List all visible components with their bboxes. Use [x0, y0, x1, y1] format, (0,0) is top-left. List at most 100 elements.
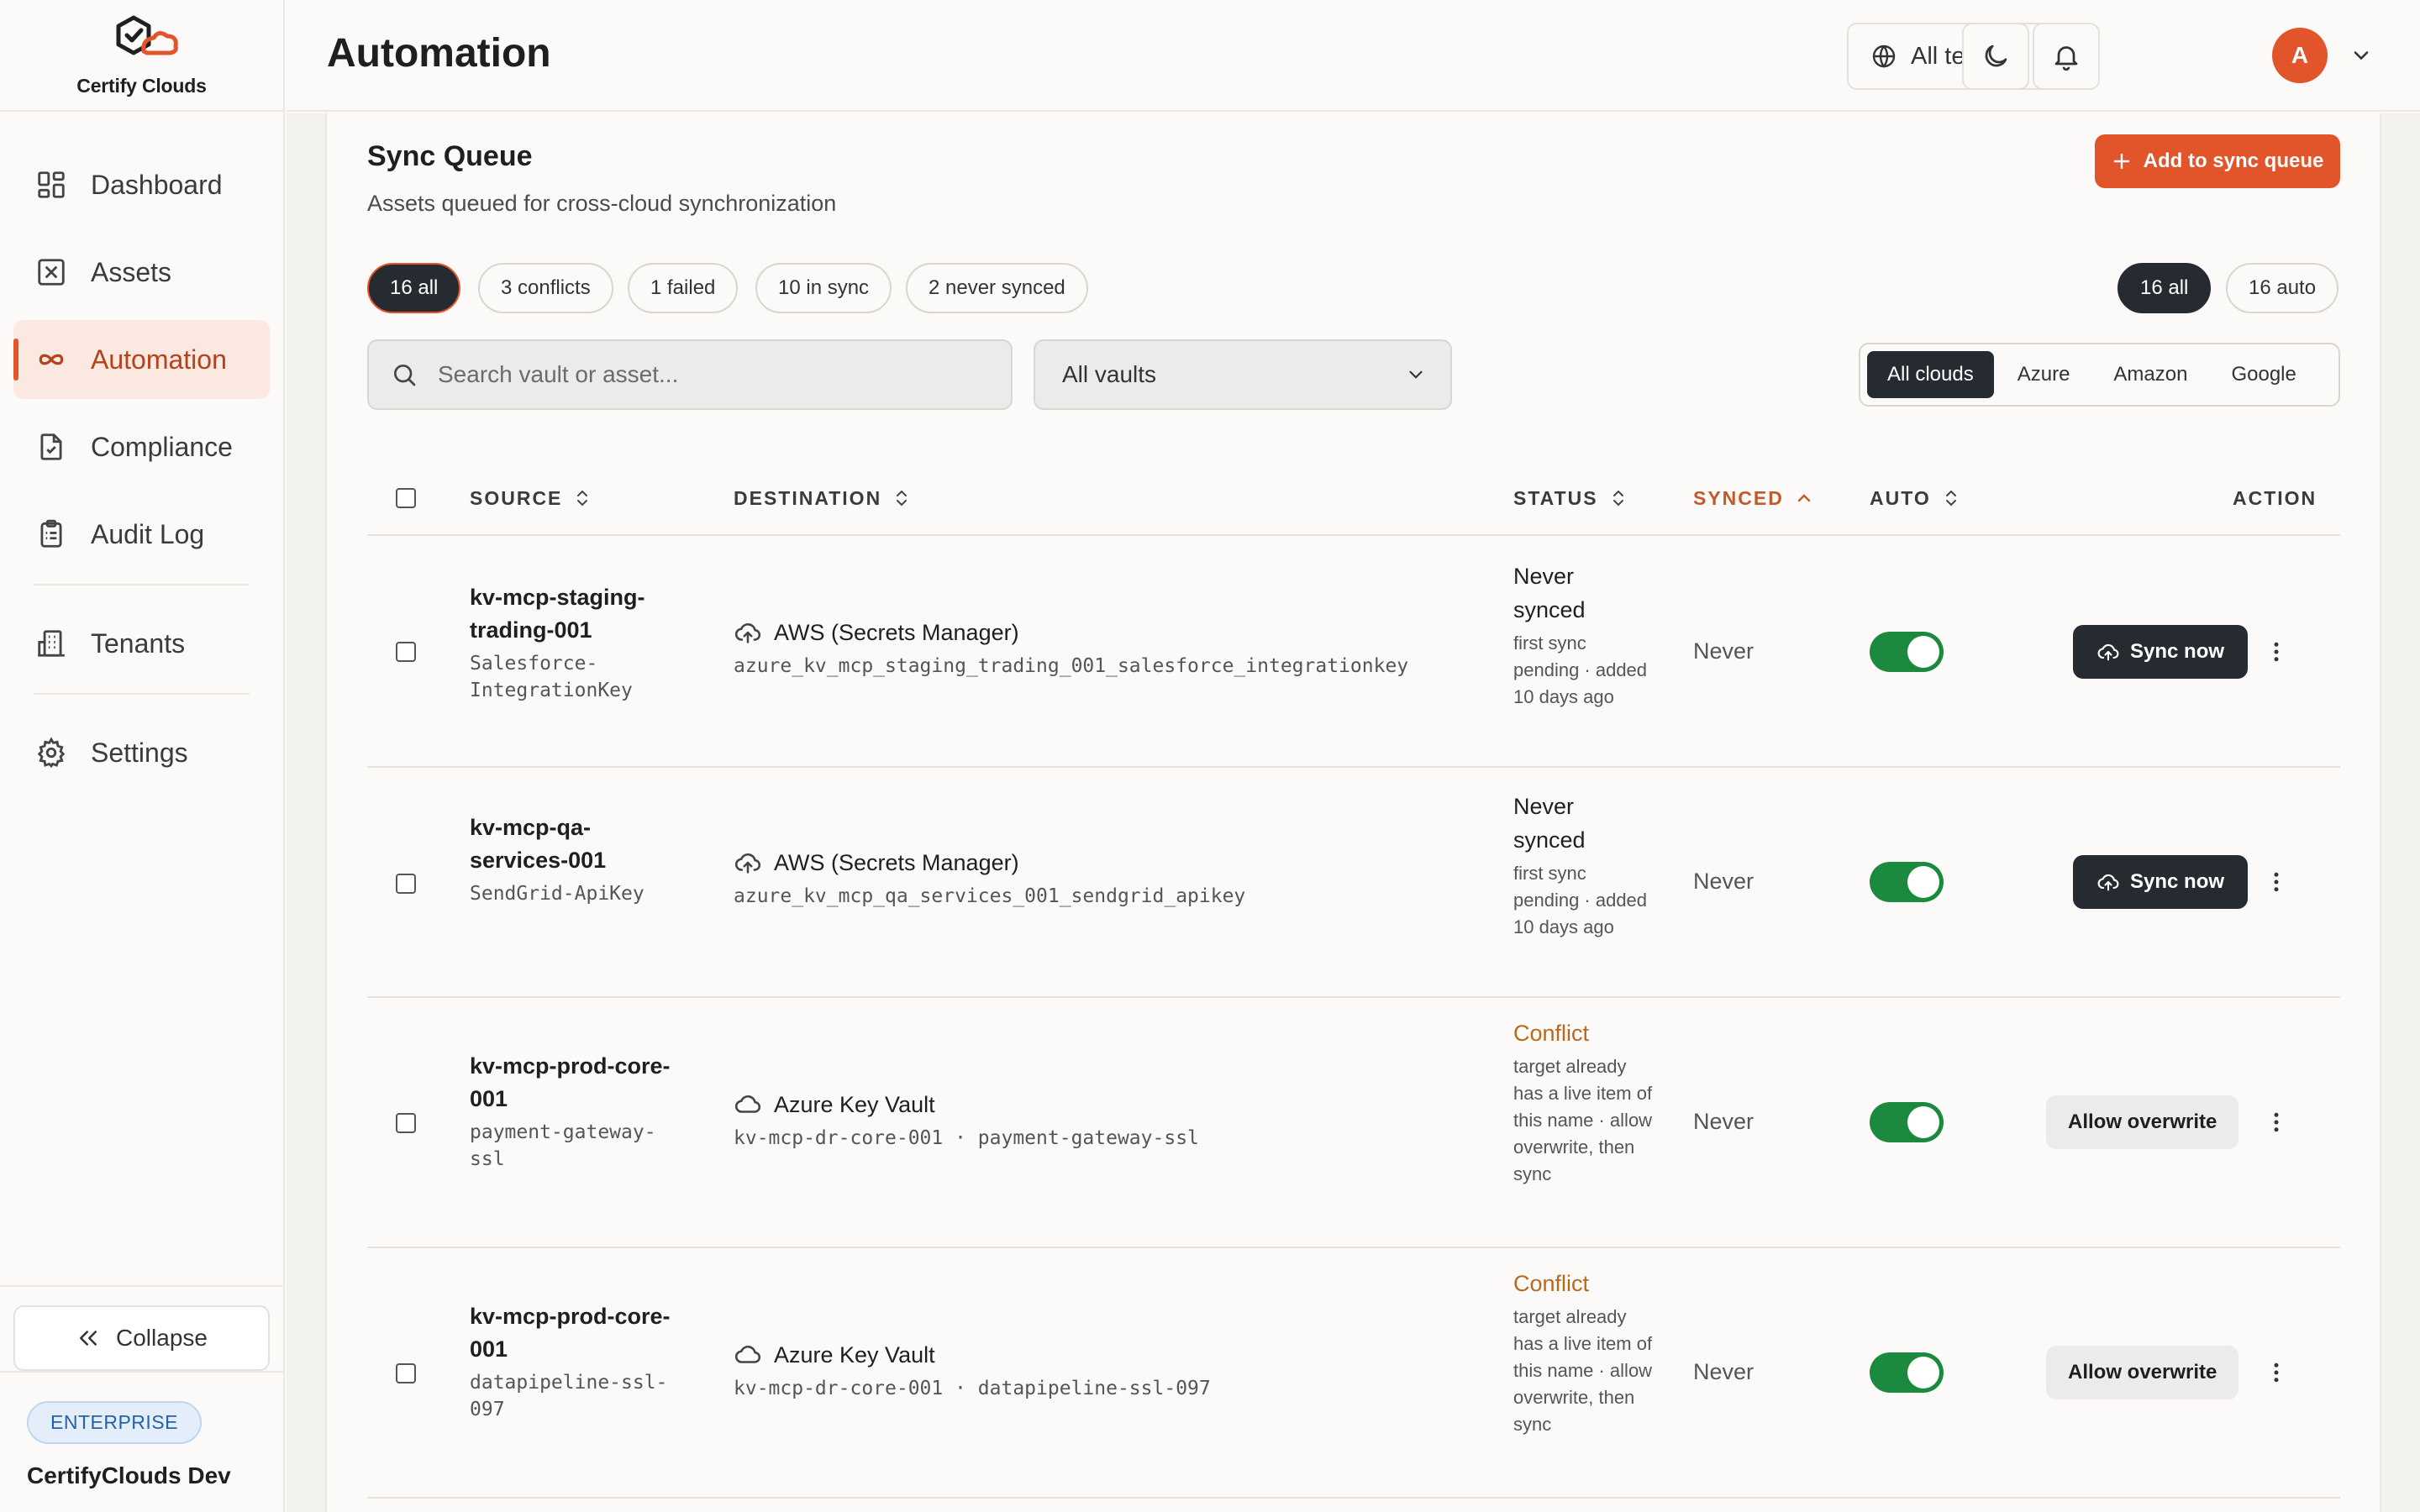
- sort-icon: [897, 490, 908, 507]
- action-cell: Allow overwrite: [2046, 1095, 2239, 1149]
- status-detail: first sync pending · added 10 days ago: [1513, 633, 1648, 707]
- row-checkbox[interactable]: [396, 1363, 416, 1383]
- row-checkbox[interactable]: [396, 874, 416, 894]
- certify-clouds-logo-icon: [116, 15, 178, 55]
- auto-toggle[interactable]: [1870, 1352, 1944, 1393]
- synced-value: Never: [1693, 1359, 1754, 1384]
- sync-now-button[interactable]: Sync now: [2073, 625, 2249, 679]
- source-key: datapipeline-ssl-097: [470, 1372, 668, 1420]
- select-all-checkbox[interactable]: [396, 488, 416, 508]
- auto-toggle-cell: [1870, 1102, 1944, 1142]
- sidebar-item-assets[interactable]: Assets: [13, 233, 270, 312]
- sidebar-item-label: Automation: [91, 344, 227, 375]
- synced-value: Never: [1693, 869, 1754, 894]
- column-source[interactable]: SOURCE: [470, 462, 592, 534]
- more-vertical-icon[interactable]: [2264, 869, 2289, 895]
- destination-path: kv-mcp-dr-core-001 · datapipeline-ssl-09…: [734, 1378, 1211, 1399]
- column-synced[interactable]: SYNCED: [1693, 462, 1814, 534]
- tab-azure[interactable]: Azure: [1997, 351, 2091, 398]
- brand-logo[interactable]: Certify Clouds: [0, 0, 283, 112]
- row-checkbox[interactable]: [396, 1113, 416, 1133]
- collapse-button[interactable]: Collapse: [13, 1305, 270, 1371]
- filter-failed[interactable]: 1 failed: [628, 263, 739, 313]
- column-status-label: STATUS: [1513, 486, 1598, 509]
- gear-icon: [37, 737, 66, 769]
- source-vault: kv-mcp-prod-core-001: [470, 1304, 671, 1362]
- auto-toggle-cell: [1870, 862, 1944, 902]
- column-destination[interactable]: DESTINATION: [734, 462, 912, 534]
- auto-toggle[interactable]: [1870, 632, 1944, 672]
- tab-amazon[interactable]: Amazon: [2093, 351, 2207, 398]
- status-label: Never synced: [1513, 564, 1586, 622]
- vault-select[interactable]: All vaults: [1034, 339, 1452, 410]
- column-source-label: SOURCE: [470, 486, 563, 509]
- action-cell: Sync now: [2073, 625, 2249, 679]
- sidebar-divider: [34, 693, 250, 695]
- section-title: Sync Queue: [367, 140, 533, 172]
- table-row: kv-mcp-prod-core-001 datapipeline-ssl-09…: [367, 1248, 2340, 1499]
- action-cell: Sync now: [2073, 855, 2249, 909]
- destination-name: Azure Key Vault: [774, 1091, 935, 1117]
- auto-toggle[interactable]: [1870, 862, 1944, 902]
- theme-toggle-button[interactable]: [1962, 23, 2029, 90]
- avatar[interactable]: A: [2272, 28, 2328, 83]
- destination-path: kv-mcp-dr-core-001 · payment-gateway-ssl: [734, 1127, 1199, 1149]
- chevron-down-icon[interactable]: [2349, 44, 2373, 67]
- tab-all-clouds[interactable]: All clouds: [1867, 351, 1994, 398]
- allow-overwrite-button[interactable]: Allow overwrite: [2046, 1346, 2239, 1399]
- sidebar-item-label: Assets: [91, 256, 172, 287]
- tab-google[interactable]: Google: [2211, 351, 2316, 398]
- sidebar-item-dashboard[interactable]: Dashboard: [13, 145, 270, 224]
- destination-name: AWS (Secrets Manager): [774, 849, 1019, 875]
- page-title: Automation: [327, 31, 551, 76]
- table-row: kv-mcp-prod-core-001 payment-gateway-ssl…: [367, 998, 2340, 1248]
- destination-path: azure_kv_mcp_qa_services_001_sendgrid_ap…: [734, 885, 1246, 907]
- column-action-label: ACTION: [2233, 486, 2317, 509]
- source-key: SendGrid-ApiKey: [470, 883, 644, 905]
- sidebar-item-settings[interactable]: Settings: [13, 713, 270, 792]
- filter-conflicts[interactable]: 3 conflicts: [478, 263, 613, 313]
- mode-filter-auto[interactable]: 16 auto: [2226, 263, 2339, 313]
- status-detail: target already has a live item of this n…: [1513, 1056, 1653, 1184]
- status-cell: Conflict target already has a live item …: [1513, 1016, 1656, 1188]
- topbar: Automation All tenants A: [287, 0, 2420, 112]
- filter-in-sync[interactable]: 10 in sync: [755, 263, 892, 313]
- search-input[interactable]: [438, 361, 976, 388]
- org-info: ENTERPRISE CertifyClouds Dev: [0, 1371, 283, 1512]
- sidebar-item-compliance[interactable]: Compliance: [13, 407, 270, 486]
- destination-cell: Azure Key Vault kv-mcp-dr-core-001 · pay…: [734, 1090, 1199, 1150]
- destination-cell: AWS (Secrets Manager) azure_kv_mcp_qa_se…: [734, 848, 1246, 908]
- filter-all[interactable]: 16 all: [367, 263, 461, 313]
- add-to-sync-queue-button[interactable]: Add to sync queue: [2095, 134, 2340, 188]
- status-detail: first sync pending · added 10 days ago: [1513, 863, 1648, 937]
- sidebar-item-automation[interactable]: Automation: [13, 320, 270, 399]
- status-cell: Conflict target already has a live item …: [1513, 1267, 1656, 1438]
- cloud-icon: [734, 1095, 761, 1113]
- row-checkbox-cell: [396, 874, 416, 894]
- source-key: payment-gateway-ssl: [470, 1121, 656, 1170]
- cloud-filter-tabs: All clouds Azure Amazon Google: [1859, 343, 2340, 407]
- mode-filter-all[interactable]: 16 all: [2118, 263, 2212, 313]
- more-vertical-icon[interactable]: [2264, 1360, 2289, 1385]
- sync-now-button[interactable]: Sync now: [2073, 855, 2249, 909]
- sidebar-item-tenants[interactable]: Tenants: [13, 604, 270, 683]
- synced-value: Never: [1693, 1109, 1754, 1134]
- column-auto[interactable]: AUTO: [1870, 462, 1961, 534]
- column-status[interactable]: STATUS: [1513, 462, 1628, 534]
- vault-select-value: All vaults: [1062, 361, 1157, 387]
- sort-icon: [1612, 490, 1623, 507]
- collapse-section: Collapse: [0, 1285, 283, 1371]
- more-vertical-icon[interactable]: [2264, 1110, 2289, 1135]
- sidebar-item-audit-log[interactable]: Audit Log: [13, 495, 270, 574]
- sort-icon: [577, 490, 588, 507]
- source-cell: kv-mcp-qa-services-001 SendGrid-ApiKey: [470, 811, 680, 907]
- destination-path: azure_kv_mcp_staging_trading_001_salesfo…: [734, 655, 1409, 677]
- bell-icon: [2054, 46, 2078, 71]
- more-vertical-icon[interactable]: [2264, 639, 2289, 664]
- filter-never-synced[interactable]: 2 never synced: [906, 263, 1088, 313]
- notifications-button[interactable]: [2033, 23, 2100, 90]
- auto-toggle[interactable]: [1870, 1102, 1944, 1142]
- row-menu-cell: [2264, 869, 2289, 899]
- row-checkbox[interactable]: [396, 642, 416, 662]
- allow-overwrite-button[interactable]: Allow overwrite: [2046, 1095, 2239, 1149]
